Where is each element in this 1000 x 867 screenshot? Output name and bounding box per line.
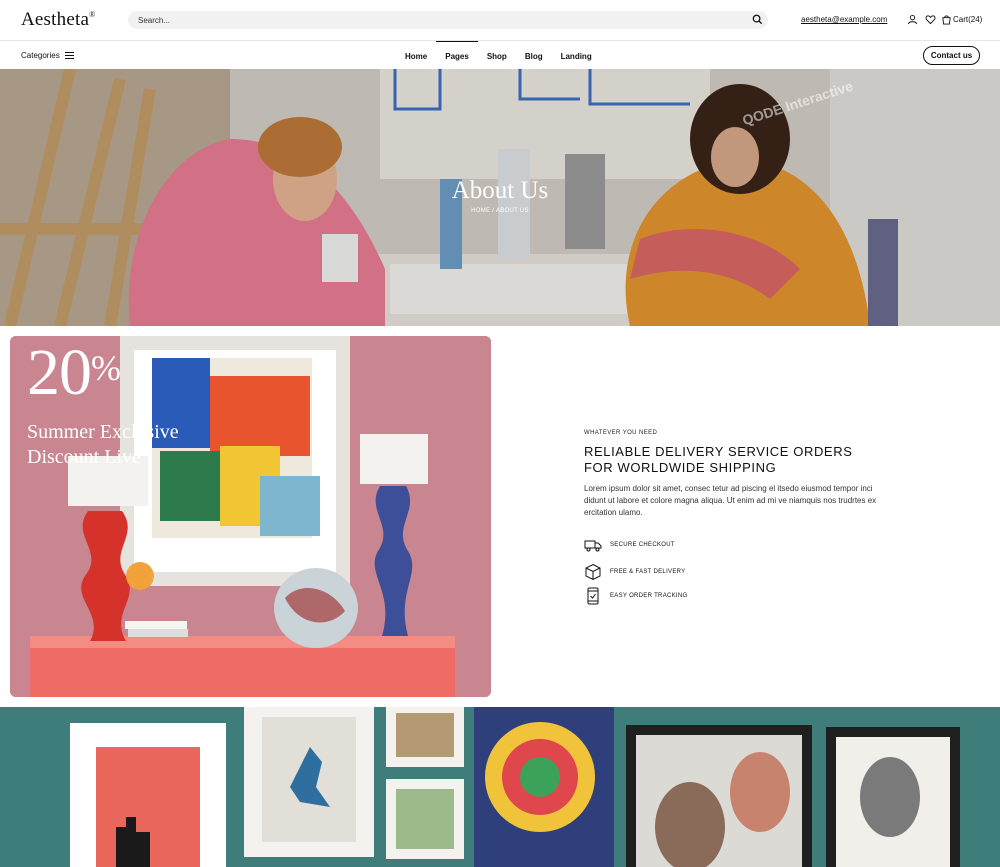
feature-label: FREE & FAST DELIVERY xyxy=(610,569,686,575)
feature-order-tracking: EASY ORDER TRACKING xyxy=(584,587,688,605)
box-icon xyxy=(585,563,601,581)
phone-icon xyxy=(587,587,599,605)
hamburger-icon xyxy=(64,52,74,59)
section-title-line-1: RELIABLE DELIVERY SERVICE ORDERS xyxy=(584,444,853,459)
search-icon[interactable] xyxy=(752,14,763,25)
top-header: Aestheta® aestheta@example.com Cart(24) xyxy=(0,0,1000,40)
truck-icon xyxy=(584,540,602,552)
breadcrumb[interactable]: HOME / ABOUT US xyxy=(0,208,1000,214)
site-logo[interactable]: Aestheta® xyxy=(21,9,95,31)
percent-symbol: % xyxy=(91,348,121,388)
section-title: RELIABLE DELIVERY SERVICE ORDERS FOR WOR… xyxy=(584,444,894,476)
promo-banner[interactable]: 20% Summer Exclusive Discount Live xyxy=(10,336,491,697)
hero-title: About Us xyxy=(451,177,549,204)
nav-item-shop[interactable]: Shop xyxy=(478,41,516,70)
nav-item-landing[interactable]: Landing xyxy=(552,41,601,70)
logo-trademark: ® xyxy=(89,10,96,19)
main-navbar: Categories Home Pages Shop Blog Landing … xyxy=(0,40,1000,69)
feature-free-delivery: FREE & FAST DELIVERY xyxy=(584,563,685,581)
categories-menu[interactable]: Categories xyxy=(21,51,74,60)
nav-item-home[interactable]: Home xyxy=(396,41,436,70)
promo-line-2: Discount Live xyxy=(27,446,141,468)
hero-banner: About Us HOME / ABOUT US xyxy=(0,69,1000,326)
nav-item-blog[interactable]: Blog xyxy=(516,41,552,70)
feature-label: EASY ORDER TRACKING xyxy=(610,593,688,599)
nav-item-pages[interactable]: Pages xyxy=(436,41,478,70)
user-icon[interactable] xyxy=(907,14,918,25)
contact-us-button[interactable]: Contact us xyxy=(923,46,980,65)
discount-value: 20 xyxy=(27,336,92,409)
delivery-info: WHATEVER YOU NEED RELIABLE DELIVERY SERV… xyxy=(584,430,894,519)
gallery-banner xyxy=(0,707,1000,867)
search-input[interactable] xyxy=(128,11,768,29)
section-body: Lorem ipsum dolor sit amet, consec tetur… xyxy=(584,484,877,517)
cart-icon[interactable] xyxy=(941,14,952,25)
heart-icon[interactable] xyxy=(925,14,936,25)
gallery-image xyxy=(0,707,1000,867)
logo-text: Aestheta xyxy=(21,9,90,30)
categories-label: Categories xyxy=(21,51,60,60)
section-title-line-2: FOR WORLDWIDE SHIPPING xyxy=(584,460,777,475)
primary-nav: Home Pages Shop Blog Landing xyxy=(396,41,601,70)
cart-link[interactable]: Cart(24) xyxy=(953,15,982,24)
feature-secure-checkout: SECURE CHECKOUT xyxy=(584,536,675,554)
section-eyebrow: WHATEVER YOU NEED xyxy=(584,430,658,436)
email-link[interactable]: aestheta@example.com xyxy=(801,15,887,24)
feature-label: SECURE CHECKOUT xyxy=(610,542,675,548)
discount-percent: 20% xyxy=(27,340,121,406)
promo-line-1: Summer Exclusive xyxy=(27,421,179,443)
